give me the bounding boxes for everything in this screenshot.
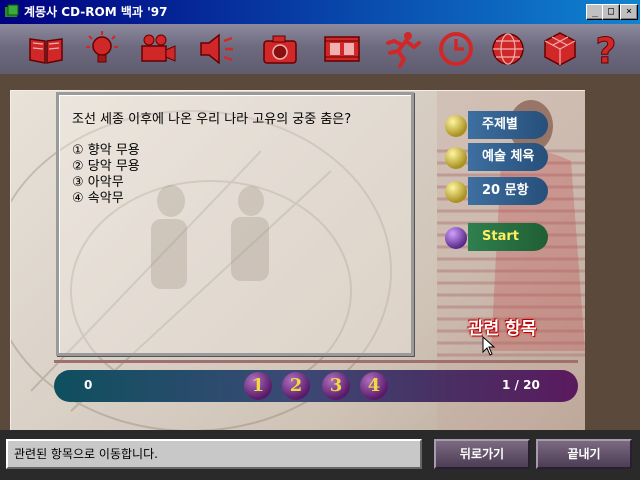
answer-option-2[interactable]: ② 당악 무용 — [72, 159, 140, 175]
answer-option-1[interactable]: ① 향악 무용 — [72, 143, 140, 159]
speaker-icon[interactable] — [196, 29, 236, 69]
puzzle-cube-icon[interactable] — [540, 29, 580, 69]
maximize-button[interactable]: □ — [602, 4, 620, 20]
arts-sports-button[interactable]: 예술 체육 — [468, 143, 548, 171]
divider — [54, 360, 578, 363]
related-items-button[interactable]: 관련 항목 — [468, 314, 536, 339]
exit-button[interactable]: 끝내기 — [536, 439, 632, 469]
question-mark-icon[interactable]: ? — [586, 29, 626, 70]
lightbulb-icon[interactable] — [82, 29, 122, 69]
back-button[interactable]: 뒤로가기 — [434, 439, 530, 469]
toolbar: ? — [0, 24, 640, 74]
film-icon[interactable] — [322, 29, 362, 69]
page-4-button[interactable]: 4 — [360, 372, 388, 400]
book-icon[interactable] — [26, 29, 66, 69]
page-1-button[interactable]: 1 — [244, 372, 272, 400]
clock-icon[interactable] — [436, 29, 476, 69]
runner-icon[interactable] — [382, 29, 422, 69]
camera-icon[interactable] — [260, 29, 300, 69]
answer-option-4[interactable]: ④ 속악무 — [72, 191, 124, 207]
globe-icon[interactable] — [488, 29, 528, 69]
title-bar[interactable]: 계몽사 CD-ROM 백과 '97 _ □ × — [0, 0, 640, 24]
topic-ball-icon — [445, 115, 467, 137]
answer-option-3[interactable]: ③ 아악무 — [72, 175, 124, 191]
start-button[interactable]: Start — [468, 223, 548, 251]
score-counter: 0 — [84, 378, 93, 392]
question-panel — [56, 92, 414, 356]
svg-text:?: ? — [596, 31, 617, 69]
movie-camera-icon[interactable] — [138, 29, 178, 69]
close-button[interactable]: × — [620, 4, 638, 20]
status-message: 관련된 항목으로 이동합니다. — [6, 439, 422, 469]
arts-sports-ball-icon — [445, 147, 467, 169]
start-ball-icon — [445, 227, 467, 249]
app-icon — [5, 4, 19, 17]
twenty-questions-ball-icon — [445, 181, 467, 203]
twenty-questions-button[interactable]: 20 문항 — [468, 177, 548, 205]
page-3-button[interactable]: 3 — [322, 372, 350, 400]
navigation-bar — [54, 370, 578, 402]
page-2-button[interactable]: 2 — [282, 372, 310, 400]
question-progress: 1 / 20 — [502, 378, 540, 392]
topic-button[interactable]: 주제별 — [468, 111, 548, 139]
question-text: 조선 세종 이후에 나온 우리 나라 고유의 궁중 춤은? — [72, 112, 352, 127]
mouse-cursor-icon — [482, 336, 496, 356]
window-title: 계몽사 CD-ROM 백과 '97 — [24, 5, 168, 19]
